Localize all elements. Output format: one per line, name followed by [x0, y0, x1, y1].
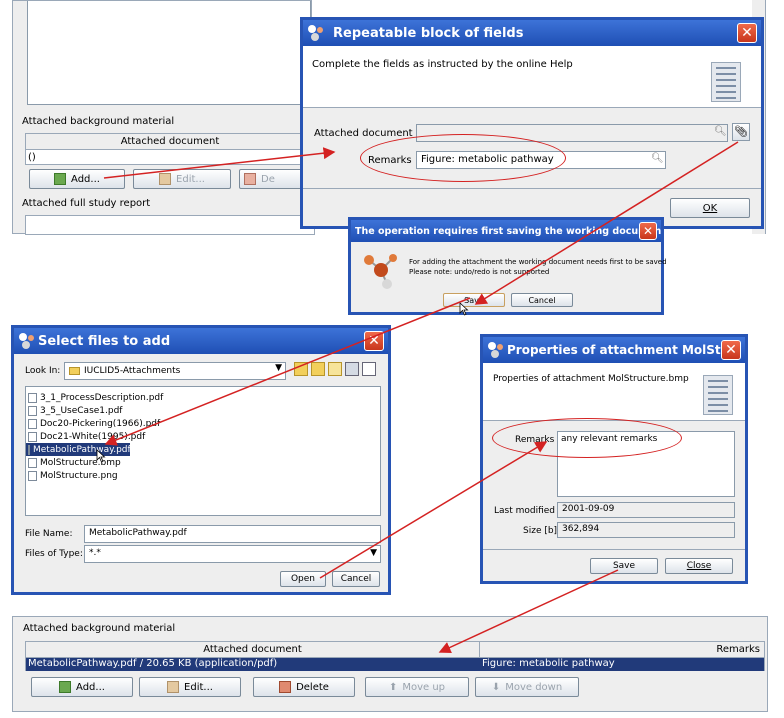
arrow-add-to-dialog — [103, 147, 336, 179]
arrow-save-to-file — [104, 297, 471, 446]
arrow-save-to-result — [438, 569, 619, 654]
arrow-open-to-remarks — [319, 441, 548, 579]
annotation-arrows — [103, 141, 739, 654]
arrow-attach-to-save — [474, 141, 739, 305]
